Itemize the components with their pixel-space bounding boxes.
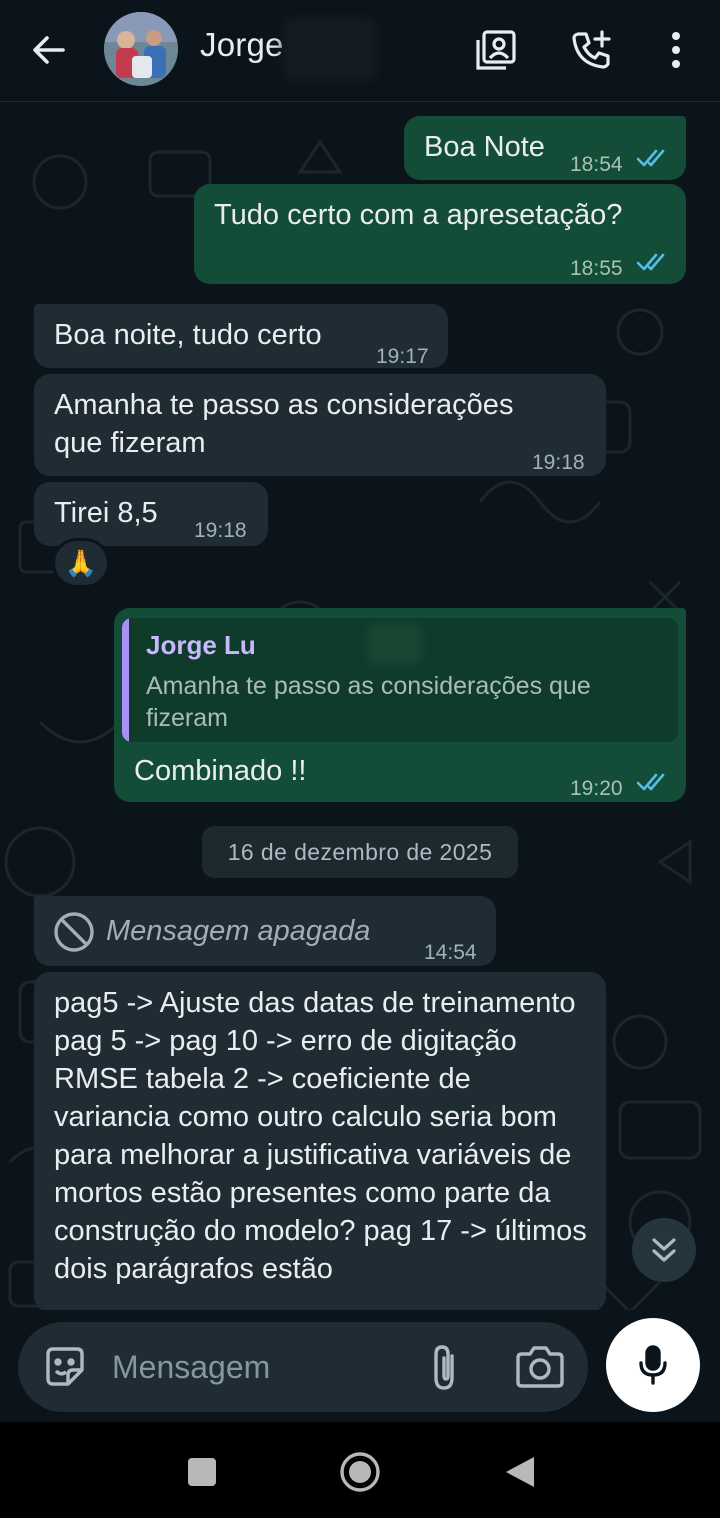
message-text: Boa Note bbox=[424, 131, 545, 163]
microphone-icon bbox=[639, 1345, 667, 1385]
redacted-name-blur bbox=[370, 624, 420, 664]
contact-avatar[interactable] bbox=[104, 12, 178, 86]
message-bubble-incoming[interactable]: Boa noite, tudo certo 19:17 bbox=[34, 304, 448, 368]
voice-message-button[interactable] bbox=[606, 1318, 700, 1412]
message-text: Combinado !! bbox=[134, 755, 307, 787]
date-divider: 16 de dezembro de 2025 bbox=[202, 826, 518, 878]
back-arrow-icon bbox=[33, 36, 65, 64]
back-nav-button[interactable] bbox=[496, 1448, 544, 1496]
add-call-button[interactable] bbox=[564, 22, 620, 78]
quote-author: Jorge Lu bbox=[146, 630, 256, 660]
message-time: 19:17 bbox=[376, 345, 429, 368]
quoted-message[interactable]: Jorge Lu Amanha te passo as consideraçõe… bbox=[122, 618, 678, 742]
message-text-line-2: que fizeram bbox=[54, 427, 206, 459]
contact-name[interactable]: Jorge bbox=[200, 26, 284, 64]
deleted-message-text: Mensagem apagada bbox=[106, 915, 371, 947]
quote-text: Amanha te passo as considerações que fiz… bbox=[146, 672, 591, 732]
message-input[interactable] bbox=[112, 1336, 402, 1398]
recents-button[interactable] bbox=[178, 1448, 226, 1496]
read-ticks-icon bbox=[636, 149, 665, 167]
back-button[interactable] bbox=[22, 28, 74, 72]
message-time: 19:18 bbox=[532, 451, 585, 474]
message-time: 19:20 bbox=[570, 777, 623, 800]
circle-home-icon bbox=[340, 1452, 380, 1492]
message-reaction[interactable]: 🙏 bbox=[52, 538, 110, 588]
message-bubble-outgoing[interactable]: Tudo certo com a apresetação? 18:55 bbox=[194, 184, 686, 284]
message-time: 14:54 bbox=[424, 941, 477, 964]
prohibited-icon bbox=[54, 912, 94, 952]
chat-screen: Jorge Boa Note 18:54 Tudo certo com a ap… bbox=[0, 0, 720, 1518]
message-time: 18:55 bbox=[570, 257, 623, 280]
message-bubble-incoming[interactable]: Amanha te passo as considerações que fiz… bbox=[34, 374, 606, 476]
square-icon bbox=[188, 1458, 216, 1486]
message-composer bbox=[18, 1322, 588, 1412]
message-time: 18:54 bbox=[570, 153, 623, 176]
message-time: 19:18 bbox=[194, 519, 247, 542]
more-vert-icon bbox=[672, 32, 680, 68]
add-call-icon bbox=[572, 30, 611, 69]
read-ticks-icon bbox=[636, 773, 665, 791]
redacted-name-blur bbox=[284, 18, 376, 80]
praying-hands-emoji: 🙏 bbox=[64, 548, 98, 578]
more-options-button[interactable] bbox=[648, 22, 704, 78]
deleted-message-bubble[interactable]: Mensagem apagada 14:54 bbox=[34, 896, 496, 966]
message-text: Boa noite, tudo certo bbox=[54, 319, 322, 351]
message-bubble-outgoing[interactable]: Boa Note 18:54 bbox=[404, 116, 686, 180]
message-text: Tudo certo com a apresetação? bbox=[214, 199, 623, 231]
contact-card-button[interactable] bbox=[468, 22, 524, 78]
message-text: Tirei 8,5 bbox=[54, 497, 158, 529]
message-text: pag5 -> Ajuste das datas de treinamento … bbox=[54, 987, 587, 1285]
scroll-to-bottom-button[interactable] bbox=[632, 1218, 696, 1282]
triangle-back-icon bbox=[506, 1457, 534, 1487]
home-button[interactable] bbox=[336, 1448, 384, 1496]
emoji-sticker-icon[interactable] bbox=[42, 1344, 88, 1390]
message-text-line-1: Amanha te passo as considerações bbox=[54, 389, 514, 421]
system-nav-bar bbox=[0, 1422, 720, 1518]
read-ticks-icon bbox=[636, 253, 665, 271]
message-bubble-incoming-long[interactable]: pag5 -> Ajuste das datas de treinamento … bbox=[34, 972, 606, 1312]
quote-accent-bar bbox=[122, 618, 129, 742]
chat-header: Jorge bbox=[0, 0, 720, 102]
avatar-photo bbox=[104, 12, 178, 86]
double-chevron-down-icon bbox=[652, 1238, 676, 1262]
camera-icon[interactable] bbox=[514, 1344, 566, 1390]
contact-card-icon bbox=[476, 30, 516, 70]
paperclip-icon[interactable] bbox=[422, 1342, 470, 1392]
message-bubble-incoming[interactable]: Tirei 8,5 19:18 bbox=[34, 482, 268, 546]
